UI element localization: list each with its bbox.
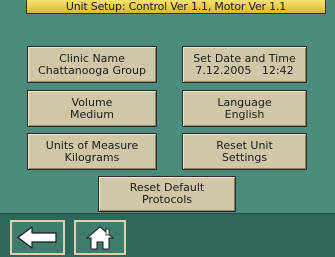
back-button[interactable] [10, 220, 65, 255]
clinic-name-label: Clinic Name [59, 51, 125, 65]
reset-default-protocols-button[interactable]: Reset Default Protocols [98, 176, 236, 212]
volume-label: Volume [71, 95, 113, 109]
clinic-name-value: Chattanooga Group [38, 63, 146, 77]
home-button[interactable] [74, 220, 126, 255]
clinic-name-button[interactable]: Clinic Name Chattanooga Group [27, 46, 157, 83]
home-icon [76, 222, 124, 253]
volume-button[interactable]: Volume Medium [27, 90, 157, 127]
reset-unit-settings-line1: Reset Unit [216, 138, 273, 152]
set-date-time-label: Set Date and Time [193, 51, 296, 65]
set-date-time-button[interactable]: Set Date and Time 7.12.2005 12:42 [182, 46, 307, 83]
title-bar: Unit Setup: Control Ver 1.1, Motor Ver 1… [26, 0, 326, 14]
units-of-measure-button[interactable]: Units of Measure Kilograms [27, 133, 157, 170]
language-label: Language [217, 95, 272, 109]
unit-setup-screen: Unit Setup: Control Ver 1.1, Motor Ver 1… [0, 0, 335, 257]
reset-unit-settings-button[interactable]: Reset Unit Settings [182, 133, 307, 170]
reset-unit-settings-line2: Settings [221, 150, 268, 164]
reset-default-protocols-line2: Protocols [141, 193, 193, 206]
page-title: Unit Setup: Control Ver 1.1, Motor Ver 1… [65, 0, 287, 13]
language-value: English [224, 107, 265, 121]
back-arrow-icon [12, 222, 63, 253]
language-button[interactable]: Language English [182, 90, 307, 127]
volume-value: Medium [70, 107, 114, 121]
set-date-time-value: 7.12.2005 12:42 [195, 63, 294, 77]
units-of-measure-label: Units of Measure [45, 138, 139, 152]
units-of-measure-value: Kilograms [64, 150, 120, 164]
